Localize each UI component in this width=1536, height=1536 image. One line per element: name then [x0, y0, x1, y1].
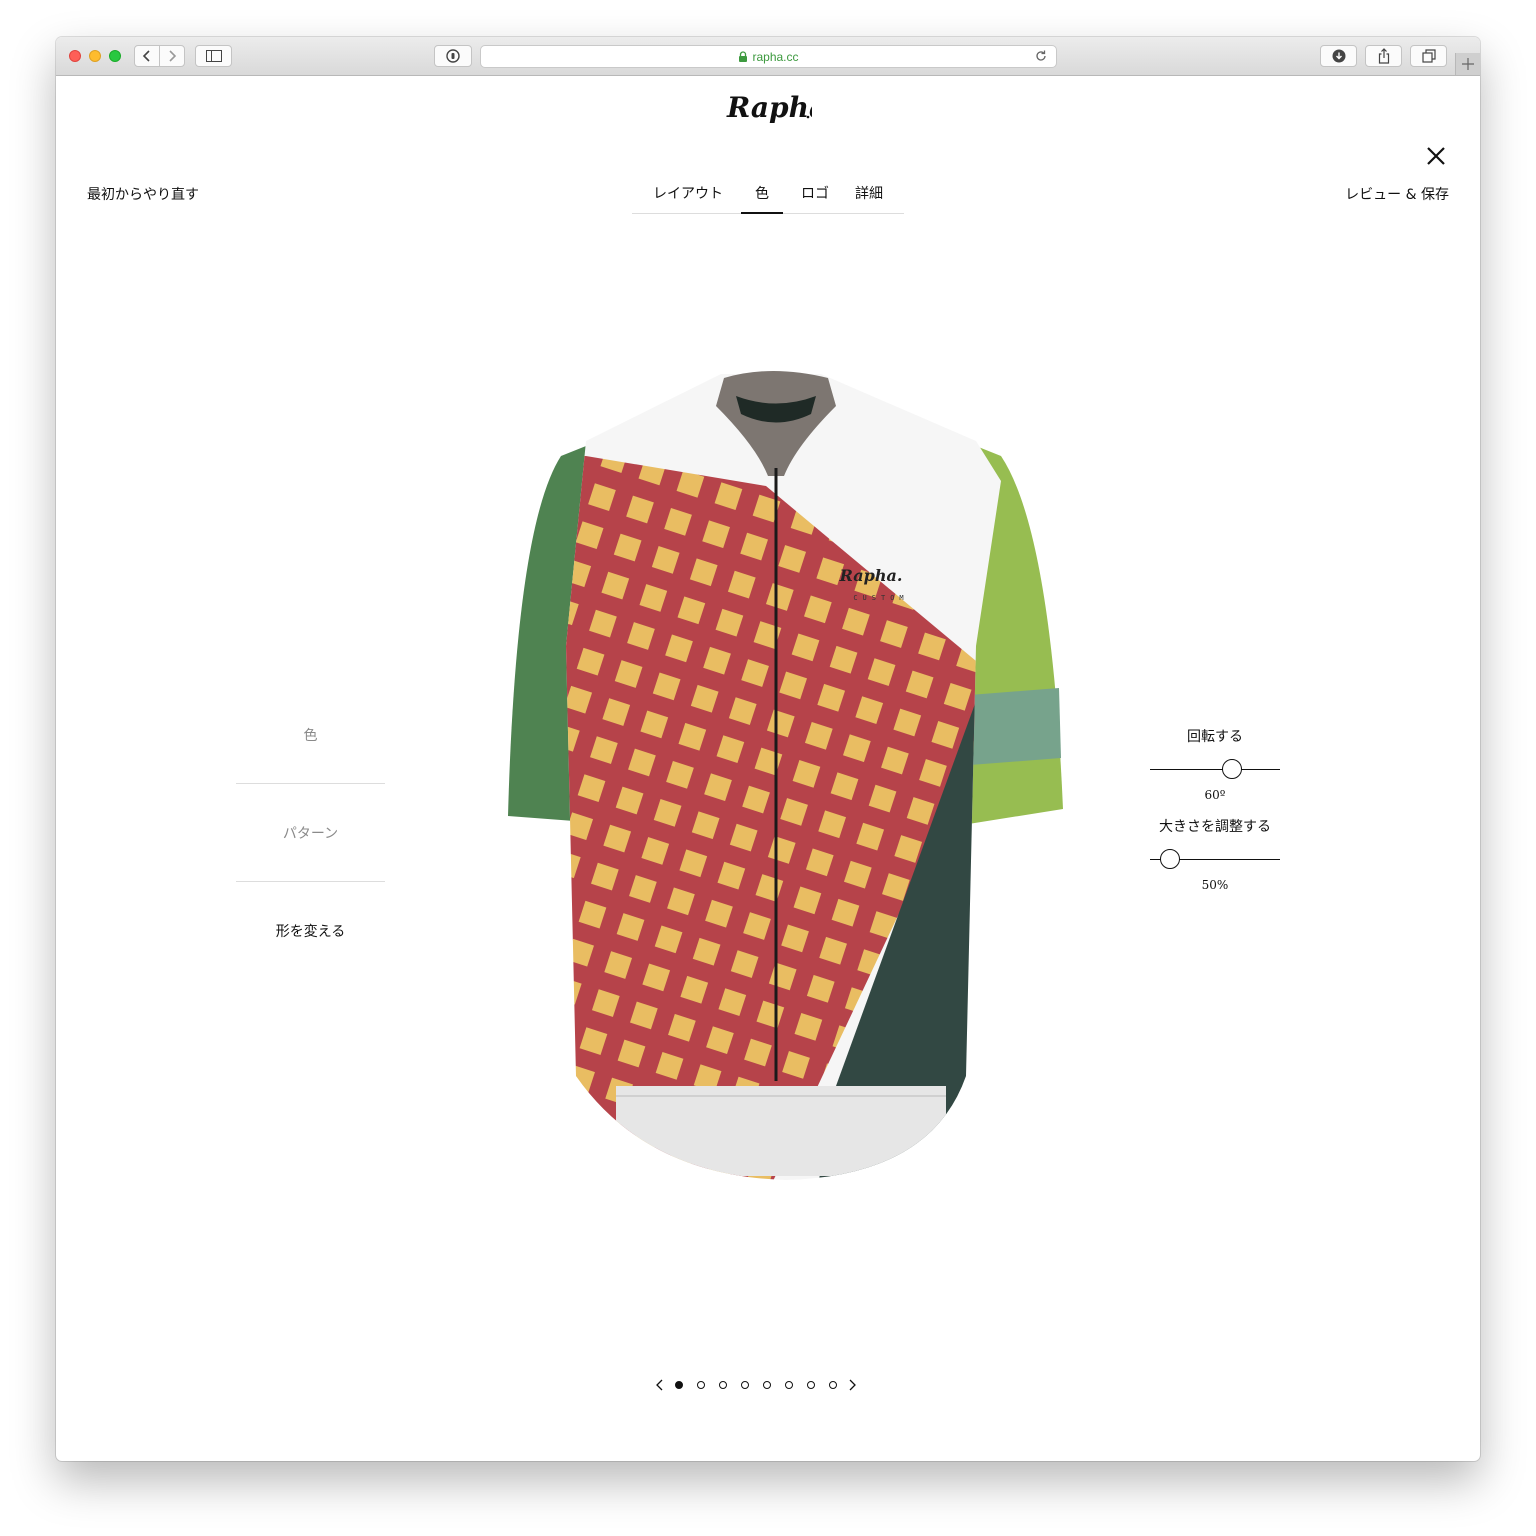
scale-slider-knob[interactable] [1159, 849, 1180, 869]
minimize-window-button[interactable] [89, 50, 101, 62]
forward-button[interactable] [159, 45, 185, 67]
download-icon [1332, 49, 1345, 63]
menu-item-pattern[interactable]: パターン [236, 784, 385, 882]
lock-icon [739, 50, 748, 62]
pager-dot[interactable] [741, 1381, 749, 1389]
edit-mode-menu: 色 パターン 形を変える [236, 686, 385, 979]
restart-link[interactable]: 最初からやり直す [87, 184, 199, 204]
transform-controls: 回転する 60º 大きさを調整する 50% [1150, 726, 1280, 906]
rotate-slider-knob[interactable] [1221, 759, 1242, 779]
pager-prev[interactable] [652, 1379, 668, 1391]
menu-item-color[interactable]: 色 [236, 686, 385, 784]
pager-dot[interactable] [763, 1381, 771, 1389]
jersey-sub-mark: CUSTOM [853, 594, 908, 602]
password-icon [446, 49, 460, 63]
chevron-right-icon [849, 1379, 856, 1391]
pager-dot[interactable] [719, 1381, 727, 1389]
back-icon [142, 50, 150, 62]
tab-color[interactable]: 色 [741, 173, 783, 214]
tab-logo[interactable]: ロゴ [793, 173, 837, 213]
pager-dot[interactable] [697, 1381, 705, 1389]
chevron-left-icon [656, 1379, 663, 1391]
rapha-logo: Rapha [726, 91, 812, 124]
tabs-overview-button[interactable] [1410, 45, 1447, 67]
jersey-brand-mark: Rapha. [839, 566, 903, 585]
new-tab-button[interactable] [1455, 53, 1480, 75]
scale-slider[interactable] [1150, 848, 1280, 872]
pager-dot[interactable] [829, 1381, 837, 1389]
scale-label: 大きさを調整する [1159, 819, 1271, 835]
back-button[interactable] [134, 45, 160, 67]
tab-layout[interactable]: レイアウト [645, 173, 731, 213]
brand-name: Rapha [726, 91, 812, 124]
rotate-value: 60º [1204, 788, 1226, 802]
menu-item-transform[interactable]: 形を変える [236, 882, 385, 979]
sidebar-button[interactable] [195, 45, 232, 67]
zoom-window-button[interactable] [109, 50, 121, 62]
view-pager [652, 1375, 892, 1395]
pager-next[interactable] [844, 1379, 860, 1391]
tab-details[interactable]: 詳細 [847, 173, 891, 213]
browser-window: rapha.cc Rapha 最初からやり直す レビュー & 保存 レイアウト … [56, 37, 1480, 1461]
pager-dot[interactable] [785, 1381, 793, 1389]
reload-icon[interactable] [1034, 49, 1048, 63]
new-tab-icon [1462, 58, 1474, 70]
browser-toolbar: rapha.cc [56, 37, 1480, 76]
sidebar-icon [205, 50, 222, 62]
address-text: rapha.cc [752, 49, 799, 64]
pager-dot[interactable] [807, 1381, 815, 1389]
share-icon [1378, 48, 1389, 64]
share-button[interactable] [1365, 45, 1402, 67]
configurator-page: Rapha 最初からやり直す レビュー & 保存 レイアウト 色 ロゴ 詳細 色… [56, 76, 1480, 1461]
forward-icon [169, 50, 177, 62]
jersey-preview: Rapha. CUSTOM [508, 371, 1063, 1180]
tabs-icon [1421, 49, 1436, 63]
review-save-link[interactable]: レビュー & 保存 [1345, 184, 1449, 204]
address-bar[interactable]: rapha.cc [480, 45, 1057, 68]
scale-value: 50% [1201, 878, 1229, 892]
pager-dot[interactable] [675, 1381, 683, 1389]
downloads-button[interactable] [1320, 45, 1357, 67]
password-button[interactable] [434, 45, 472, 67]
step-tabs: レイアウト 色 ロゴ 詳細 [632, 173, 904, 214]
close-icon[interactable] [1424, 144, 1448, 168]
close-window-button[interactable] [69, 50, 81, 62]
rotate-slider[interactable] [1150, 758, 1280, 782]
rotate-label: 回転する [1187, 729, 1243, 745]
